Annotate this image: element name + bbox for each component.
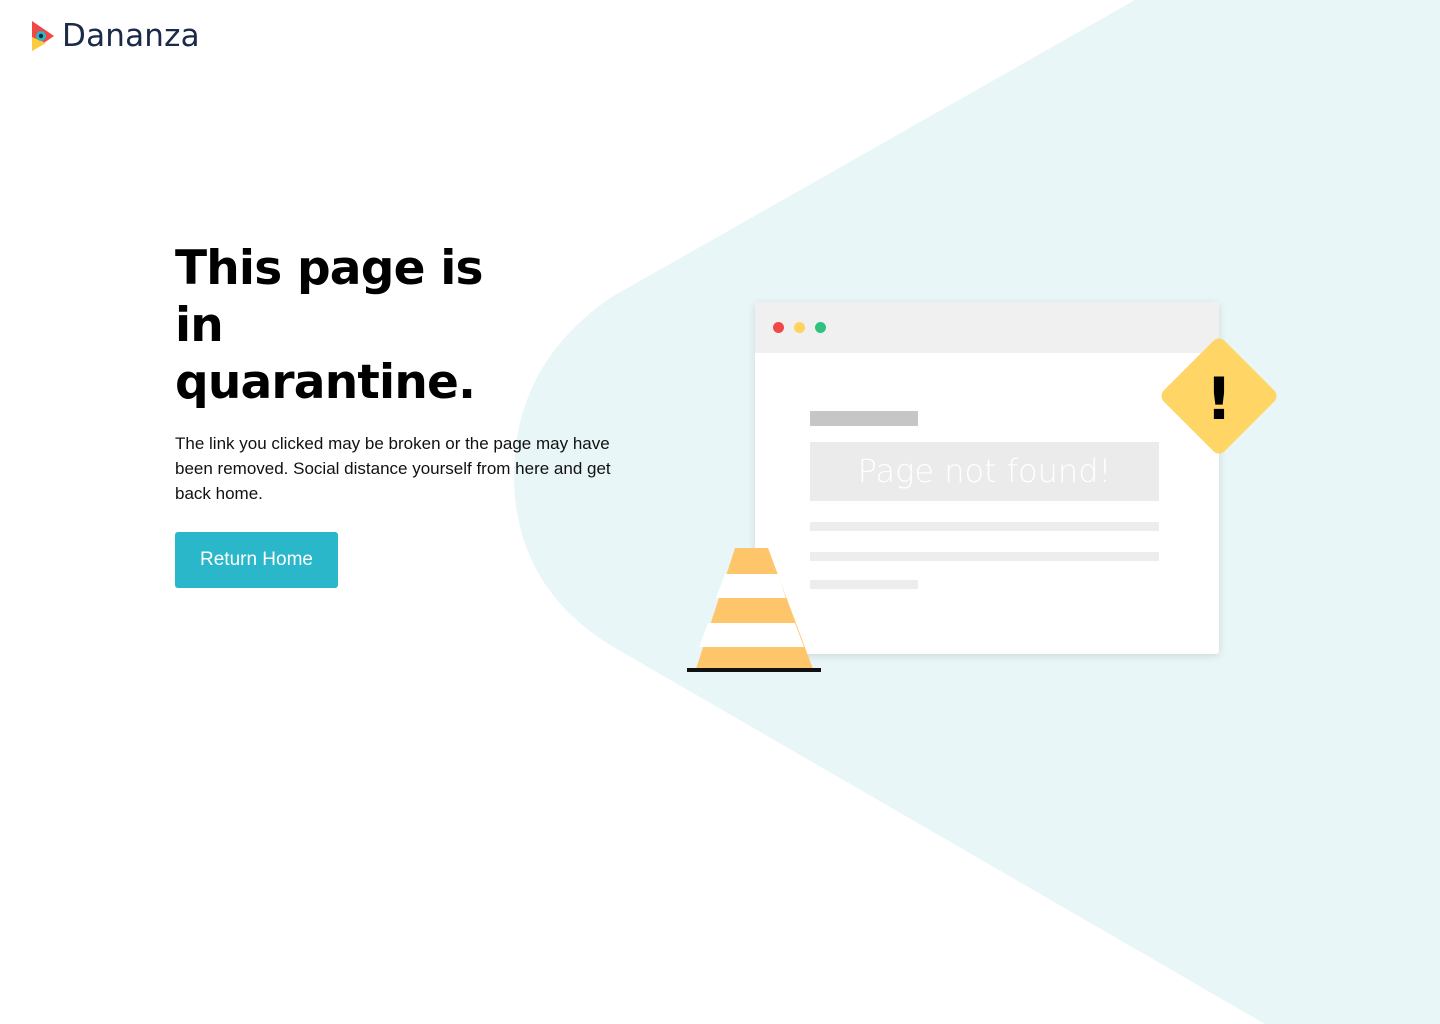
traffic-cone-icon [687, 548, 821, 672]
brand-logo[interactable]: Dananza [30, 18, 200, 54]
warning-exclamation: ! [1206, 365, 1232, 433]
placeholder-title-bar [810, 411, 918, 426]
placeholder-line [810, 580, 918, 589]
window-maximize-dot [815, 322, 826, 333]
placeholder-line [810, 522, 1159, 531]
page-title: This page is in quarantine. [175, 241, 484, 410]
page-not-found-banner: Page not found! [810, 442, 1159, 501]
placeholder-line [810, 552, 1159, 561]
page-description: The link you clicked may be broken or th… [175, 434, 611, 503]
return-home-button[interactable]: Return Home [175, 532, 338, 588]
window-close-dot [773, 322, 784, 333]
window-minimize-dot [794, 322, 805, 333]
hero-section: This page is in quarantine. The link you… [175, 240, 655, 588]
warning-diamond-icon: ! [1161, 338, 1277, 454]
brand-name: Dananza [62, 18, 200, 54]
logo-mark-icon [32, 21, 54, 51]
